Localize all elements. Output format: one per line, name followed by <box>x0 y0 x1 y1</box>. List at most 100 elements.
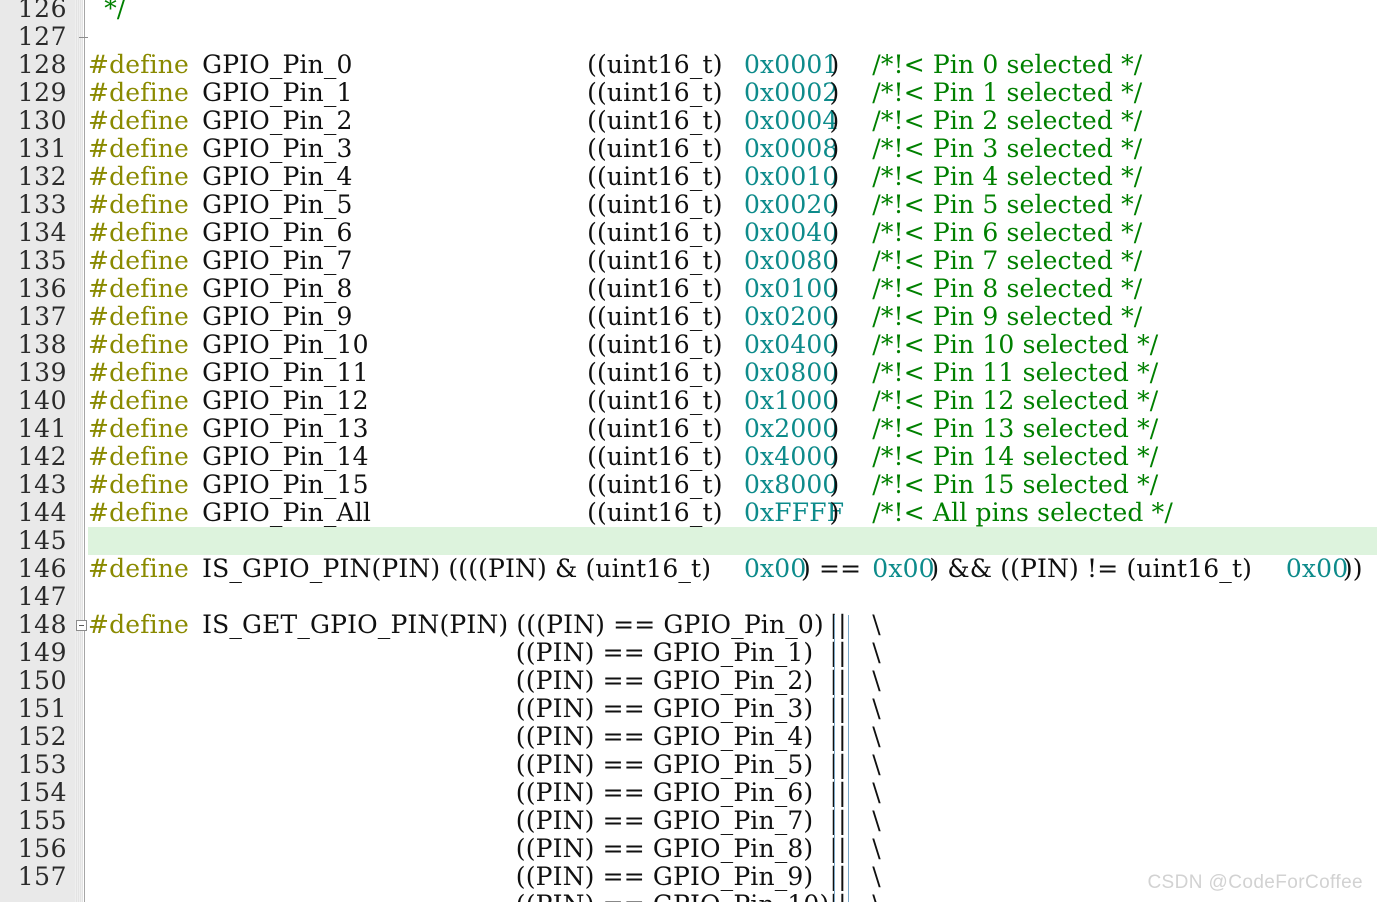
code-token: || <box>829 750 847 779</box>
code-line[interactable]: #define GPIO_Pin_10 ((uint16_t) 0x0400) /*!<… <box>88 331 1377 359</box>
line-number: 147 <box>17 582 67 611</box>
line-number: 132 <box>17 162 67 191</box>
code-token: ((uint16_t) <box>587 106 723 135</box>
code-token: /*!< Pin 10 selected */ <box>872 330 1159 359</box>
line-number-gutter[interactable]: 126 127 128 129 130 131 132 133 134 135 136 137 138 1… <box>0 0 75 902</box>
code-token: #define <box>88 610 189 639</box>
code-token: ((PIN) == GPIO_Pin_2) <box>515 666 814 695</box>
code-token: ) && ((PIN) != (uint16_t) <box>929 554 1253 583</box>
code-line[interactable]: #define GPIO_Pin_14 ((uint16_t) 0x4000) /*!<… <box>88 443 1377 471</box>
code-token: 0x0100 <box>743 274 839 303</box>
code-token: ((uint16_t) <box>587 414 723 443</box>
line-number: 131 <box>17 134 67 163</box>
code-line[interactable]: #define GPIO_Pin_7 ((uint16_t) 0x0080) /*!< … <box>88 247 1377 275</box>
code-token: GPIO_Pin_0 <box>202 50 353 79</box>
code-token: /*!< Pin 13 selected */ <box>872 414 1159 443</box>
code-token: ((uint16_t) <box>587 302 723 331</box>
fold-end-marker-icon <box>79 37 88 38</box>
code-token: GPIO_Pin_6 <box>202 218 353 247</box>
code-token: ((uint16_t) <box>587 442 723 471</box>
line-number: 136 <box>17 274 67 303</box>
code-token: 0x0008 <box>743 134 839 163</box>
line-number: 148 <box>17 610 67 639</box>
indent-guide-line <box>848 615 850 902</box>
code-line[interactable]: #define GPIO_Pin_15 ((uint16_t) 0x8000) /*!<… <box>88 471 1377 499</box>
code-token: \ <box>872 778 881 807</box>
line-number: 135 <box>17 246 67 275</box>
code-line[interactable]: #define GPIO_Pin_All ((uint16_t) 0xFFFF)/*!… <box>88 499 1377 527</box>
code-token: 0x00 <box>743 554 807 583</box>
code-token: ((uint16_t) <box>587 134 723 163</box>
code-line[interactable]: #define GPIO_Pin_5 ((uint16_t) 0x0020) /*!< … <box>88 191 1377 219</box>
code-token: ) <box>829 414 840 443</box>
code-token: || <box>829 638 847 667</box>
code-token: GPIO_Pin_12 <box>202 386 369 415</box>
code-token: /*!< Pin 3 selected */ <box>872 134 1143 163</box>
code-token: || <box>829 862 847 891</box>
line-number: 133 <box>17 190 67 219</box>
code-line[interactable] <box>88 583 1377 611</box>
code-token: GPIO_Pin_14 <box>202 442 369 471</box>
code-line[interactable]: #define GPIO_Pin_13 ((uint16_t) 0x2000) /*!<… <box>88 415 1377 443</box>
code-line[interactable]: #define GPIO_Pin_4 ((uint16_t) 0x0010) /*!< … <box>88 163 1377 191</box>
code-line[interactable]: #define GPIO_Pin_0 ((uint16_t) 0x0001) /*!< … <box>88 51 1377 79</box>
fold-rail-divider <box>84 0 85 902</box>
code-token: GPIO_Pin_4 <box>202 162 353 191</box>
code-line[interactable]: */ <box>88 0 1377 23</box>
code-token: ((PIN) == GPIO_Pin_6) <box>515 778 814 807</box>
code-token: #define <box>88 246 189 275</box>
code-token: #define <box>88 414 189 443</box>
code-line[interactable]: #define GPIO_Pin_1 ((uint16_t) 0x0002) /*!< … <box>88 79 1377 107</box>
code-line[interactable]: ((PIN) == GPIO_Pin_7) || \ <box>88 807 1377 835</box>
code-line[interactable] <box>88 23 1377 51</box>
code-token: || <box>829 778 847 807</box>
code-line[interactable]: #define IS_GPIO_PIN(PIN) ((((PIN) & (uint… <box>88 555 1377 583</box>
code-line[interactable]: ((PIN) == GPIO_Pin_4) || \ <box>88 723 1377 751</box>
code-token: ((uint16_t) <box>587 78 723 107</box>
code-line[interactable]: ((PIN) == GPIO_Pin_6) || \ <box>88 779 1377 807</box>
code-line[interactable]: #define GPIO_Pin_6 ((uint16_t) 0x0040) /*!< … <box>88 219 1377 247</box>
code-token: ) <box>829 50 840 79</box>
code-token: IS_GET_GPIO_PIN(PIN) (((PIN) == GPIO_Pin… <box>202 610 824 639</box>
code-token: ((PIN) == GPIO_Pin_4) <box>515 722 814 751</box>
code-token: ((uint16_t) <box>587 218 723 247</box>
code-token: ) == <box>801 554 870 583</box>
code-token: \ <box>872 610 881 639</box>
code-token: || <box>829 722 847 751</box>
code-token: || <box>829 666 847 695</box>
code-token: GPIO_Pin_2 <box>202 106 353 135</box>
code-content-area[interactable]: */ #define GPIO_Pin_0 ((uint16_t) 0x0001) /*!… <box>88 0 1377 902</box>
code-line[interactable]: #define GPIO_Pin_3 ((uint16_t) 0x0008) /*!< … <box>88 135 1377 163</box>
code-token: IS_GPIO_PIN(PIN) ((((PIN) & (uint16_t) <box>202 554 712 583</box>
code-token: #define <box>88 554 189 583</box>
code-token: ) <box>829 274 840 303</box>
fold-collapse-icon[interactable] <box>76 620 87 631</box>
line-number: 156 <box>17 834 67 863</box>
code-token: 0x0002 <box>743 78 839 107</box>
code-line[interactable] <box>88 527 1377 555</box>
code-line[interactable]: #define GPIO_Pin_8 ((uint16_t) 0x0100) /*!< … <box>88 275 1377 303</box>
code-line[interactable]: ((PIN) == GPIO_Pin_8) || \ <box>88 835 1377 863</box>
code-line[interactable]: ((PIN) == GPIO_Pin_2) || \ <box>88 667 1377 695</box>
code-token: #define <box>88 218 189 247</box>
code-token: || <box>830 891 847 902</box>
code-token: 0x00 <box>872 554 935 583</box>
code-token: /*!< Pin 15 selected */ <box>872 470 1159 499</box>
code-token: */ <box>88 0 126 23</box>
code-token: /*!< Pin 7 selected */ <box>872 246 1143 275</box>
code-token: GPIO_Pin_7 <box>202 246 353 275</box>
code-token: ((PIN) == GPIO_Pin_8) <box>515 834 814 863</box>
code-line[interactable]: ((PIN) == GPIO_Pin_1) || \ <box>88 639 1377 667</box>
code-line[interactable]: #define GPIO_Pin_12 ((uint16_t) 0x1000) /*!<… <box>88 387 1377 415</box>
code-line[interactable]: #define IS_GET_GPIO_PIN(PIN) (((PIN) == G… <box>88 611 1377 639</box>
code-line[interactable]: ((PIN) == GPIO_Pin_3) || \ <box>88 695 1377 723</box>
code-editor[interactable]: */ #define GPIO_Pin_0 ((uint16_t) 0x0001) /*!… <box>0 0 1377 902</box>
code-token: \ <box>872 891 881 902</box>
line-number: 126 <box>17 0 67 23</box>
code-line[interactable]: #define GPIO_Pin_2 ((uint16_t) 0x0004) /*!< … <box>88 107 1377 135</box>
code-line[interactable]: #define GPIO_Pin_11 ((uint16_t) 0x0800) /*!<… <box>88 359 1377 387</box>
code-token: ((PIN) == GPIO_Pin_1) <box>515 638 814 667</box>
code-line[interactable]: ((PIN) == GPIO_Pin_5) || \ <box>88 751 1377 779</box>
code-line[interactable]: #define GPIO_Pin_9 ((uint16_t) 0x0200) /*!< … <box>88 303 1377 331</box>
code-token: GPIO_Pin_8 <box>202 274 353 303</box>
